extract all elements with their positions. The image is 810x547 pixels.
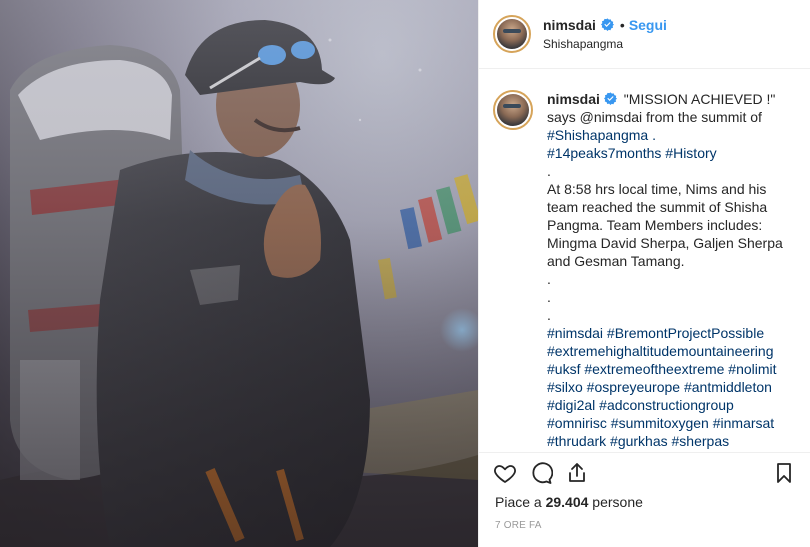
caption-line: "MISSION ACHIEVED !" [623,91,776,107]
post-photo[interactable] [0,0,478,547]
hashtag-line[interactable]: #14peaks7months #History [547,144,795,162]
author-username[interactable]: nimsdai [543,17,596,33]
bookmark-icon[interactable] [766,455,802,491]
caption-comment: nimsdai "MISSION ACHIEVED !" says @nimsd… [493,90,796,450]
hashtag-line[interactable]: #uksf #extremeoftheextreme #nolimit [547,360,795,378]
caption-line: Mingma David Sherpa, Galjen Sherpa [547,235,783,251]
verified-badge-icon [603,92,617,105]
likes-count[interactable]: Piace a 29.404 persone [495,494,643,510]
hashtag-line[interactable]: #digi2al #adconstructiongroup [547,396,795,414]
author-avatar[interactable] [493,15,531,53]
action-bar [479,452,810,492]
caption-line: . [547,289,551,305]
caption-username[interactable]: nimsdai [547,91,600,107]
post-location[interactable]: Shishapangma [543,36,667,52]
follow-button[interactable]: Segui [629,17,667,33]
caption-avatar[interactable] [493,90,533,130]
caption-line: . [547,163,551,179]
verified-badge-icon [600,18,614,31]
heart-icon[interactable] [487,455,523,491]
instagram-post: nimsdai • Segui Shishapangma nimsdai "MI… [0,0,810,547]
caption-line: . [547,307,551,323]
comment-icon[interactable] [523,455,559,491]
share-icon[interactable] [559,455,595,491]
caption-text: nimsdai "MISSION ACHIEVED !" says @nimsd… [547,90,795,450]
separator-dot: • [619,16,625,33]
caption-line: Pangma. Team Members includes: [547,217,763,233]
caption-line: At 8:58 hrs local time, Nims and his [547,181,767,197]
caption-line: says @nimsdai from the summit of [547,109,762,125]
post-header: nimsdai • Segui Shishapangma [479,0,810,69]
caption-line: . [547,271,551,287]
hashtag-line[interactable]: #nimsdai #BremontProjectPossible [547,324,795,342]
hashtag-line[interactable]: #thrudark #gurkhas #sherpas [547,432,795,450]
hashtag-line[interactable]: #extremehighaltitudemountaineering [547,342,795,360]
photo-haze [0,0,478,547]
hashtag-line[interactable]: #Shishapangma . [547,126,795,144]
post-timestamp[interactable]: 7 ORE FA [495,520,542,531]
caption-line: and Gesman Tamang. [547,253,685,269]
hashtag-line[interactable]: #silxo #ospreyeurope #antmiddleton [547,378,795,396]
hashtag-line[interactable]: #omnirisc #summitoxygen #inmarsat [547,414,795,432]
post-side-panel: nimsdai • Segui Shishapangma nimsdai "MI… [478,0,810,547]
comments-section[interactable]: nimsdai "MISSION ACHIEVED !" says @nimsd… [479,70,810,450]
caption-line: team reached the summit of Shisha [547,199,768,215]
